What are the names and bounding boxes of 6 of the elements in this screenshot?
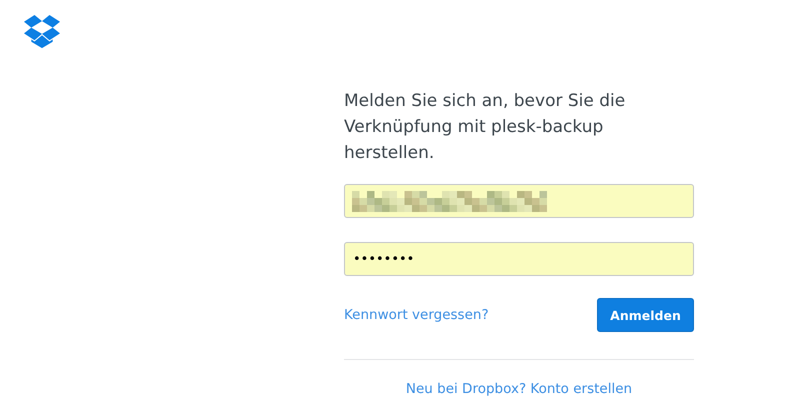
sign-in-button[interactable]: Anmelden: [597, 298, 694, 332]
password-field[interactable]: ••••••••: [344, 242, 694, 276]
sign-in-heading: Melden Sie sich an, bevor Sie die Verknüpfung mit plesk-backup herstellen.: [344, 90, 626, 165]
box-logo-icon: [24, 15, 60, 49]
create-account-link[interactable]: Neu bei Dropbox? Konto erstellen: [406, 381, 632, 397]
forgot-password-link[interactable]: Kennwort vergessen?: [344, 307, 489, 323]
